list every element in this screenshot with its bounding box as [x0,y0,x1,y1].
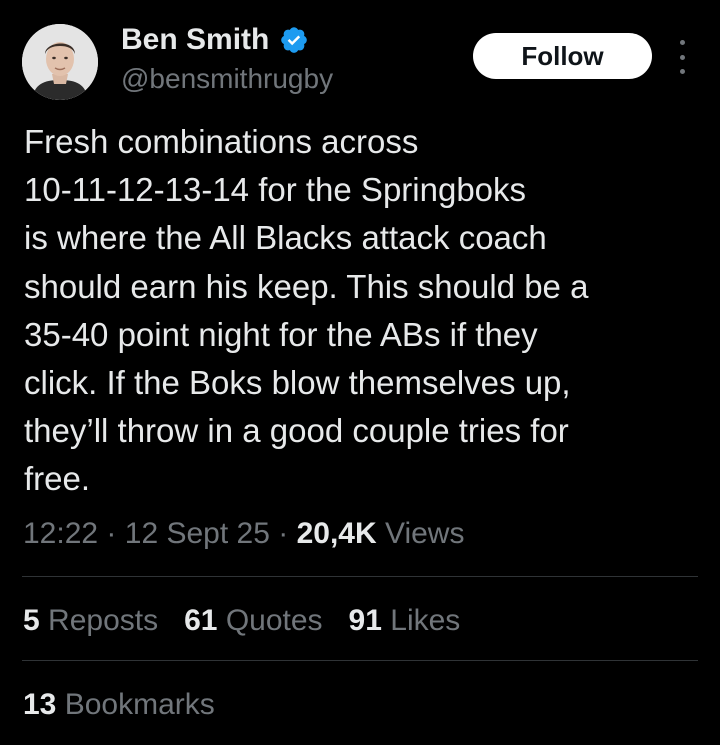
author-handle[interactable]: @bensmithrugby [121,62,333,96]
bookmarks-stat[interactable]: 13 Bookmarks [23,685,215,725]
tweet-line: they’ll throw in a good couple tries for [24,412,569,450]
engagement-stats: 5 Reposts 61 Quotes 91 Likes [23,601,486,641]
tweet-line: Fresh combinations across [24,123,419,160]
tweet-meta: 12:22 · 12 Sept 25 · 20,4K Views [23,514,464,554]
avatar[interactable] [22,24,98,100]
reposts-count: 5 [23,604,40,637]
more-options-icon[interactable] [672,40,692,74]
follow-button[interactable]: Follow [473,33,652,79]
tweet-line: free. [24,460,91,498]
bookmarks-count: 13 [23,688,57,721]
quotes-label: Quotes [225,604,323,637]
reposts-label: Reposts [48,604,159,637]
author-name[interactable]: Ben Smith [121,22,309,58]
author-display-name[interactable]: Ben Smith [121,22,269,58]
tweet-line: 35-40 point night for the ABs if they [24,315,538,353]
tweet-line: should earn his keep. This should be a [24,267,589,305]
tweet-line: 10-11-12-13-14 for the Springboks [24,171,527,209]
tweet-date[interactable]: 12 Sept 25 [125,517,270,550]
views-label: Views [384,517,465,550]
quotes-stat[interactable]: 61 Quotes [184,601,322,641]
meta-separator: · [278,517,289,550]
verified-badge-icon[interactable] [279,25,309,55]
likes-stat[interactable]: 91 Likes [349,601,461,641]
more-dot [679,54,685,60]
views-count: 20,4K [296,517,377,550]
divider [22,576,698,577]
avatar-photo [22,24,98,100]
more-dot [679,40,685,45]
likes-label: Likes [390,604,461,637]
tweet-line: click. If the Boks blow themselves up, [24,364,571,402]
bookmarks-label: Bookmarks [64,688,215,721]
more-dot [679,69,685,74]
meta-separator: · [106,517,117,550]
tweet-time[interactable]: 12:22 [23,517,98,550]
tweet-line: is where the All Blacks attack coach [24,219,547,257]
divider [22,660,698,661]
likes-count: 91 [348,604,382,637]
reposts-stat[interactable]: 5 Reposts [23,601,158,641]
tweet-text: Fresh combinations across 10-11-12-13-14… [24,118,694,504]
quotes-count: 61 [184,604,218,637]
